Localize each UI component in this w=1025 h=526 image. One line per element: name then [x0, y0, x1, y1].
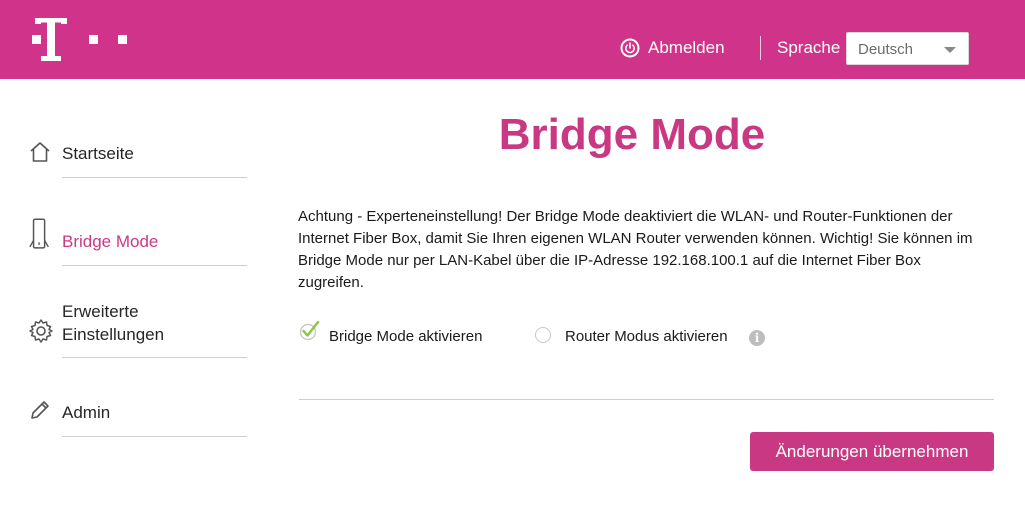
header-divider	[760, 36, 761, 60]
logout-button[interactable]: Abmelden	[620, 37, 725, 59]
nav-divider	[62, 265, 247, 266]
sidebar-item-label: Erweiterte	[62, 302, 139, 321]
option-bridge-mode[interactable]: Bridge Mode aktivieren	[299, 320, 499, 349]
nav-divider	[62, 177, 247, 178]
apply-changes-button[interactable]: Änderungen übernehmen	[750, 432, 994, 471]
option-label: Router Modus aktivieren	[565, 328, 728, 345]
radio-unchecked-icon	[535, 327, 551, 343]
sidebar-item-erweiterte-einstellungen[interactable]: Erweiterte Einstellungen	[28, 298, 248, 346]
option-label: Bridge Mode aktivieren	[329, 328, 483, 345]
nav-divider	[62, 436, 247, 437]
nav-divider	[62, 357, 247, 358]
telekom-logo[interactable]	[30, 15, 130, 65]
language-label: Sprache	[777, 38, 841, 57]
info-icon[interactable]: i	[749, 330, 765, 346]
sidebar-item-label: Bridge Mode	[62, 232, 159, 251]
warning-description: Achtung - Experteneinstellung! Der Bridg…	[298, 208, 973, 291]
sidebar-item-label: Startseite	[62, 144, 134, 163]
sidebar-item-label: Admin	[62, 403, 111, 422]
sidebar-item-label: Einstellungen	[62, 325, 165, 344]
power-icon	[620, 38, 640, 58]
logout-label: Abmelden	[648, 38, 725, 57]
sidebar-item-startseite[interactable]: Startseite	[28, 140, 248, 166]
top-bar: Abmelden Sprache Deutsch	[0, 0, 1025, 79]
checkmark-icon	[299, 320, 320, 340]
content-divider	[299, 399, 994, 400]
pencil-icon	[31, 401, 49, 419]
chevron-down-icon	[944, 47, 956, 53]
option-router-mode[interactable]: Router Modus aktivieren	[535, 325, 745, 349]
gear-icon	[29, 319, 53, 343]
language-select[interactable]: Deutsch	[846, 32, 969, 65]
sidebar-item-admin[interactable]: Admin	[28, 398, 248, 426]
language-value: Deutsch	[858, 41, 914, 58]
device-icon	[29, 218, 49, 249]
home-icon	[30, 142, 50, 162]
sidebar-item-bridge-mode[interactable]: Bridge Mode	[28, 218, 248, 252]
page-title: Bridge Mode	[498, 110, 766, 159]
